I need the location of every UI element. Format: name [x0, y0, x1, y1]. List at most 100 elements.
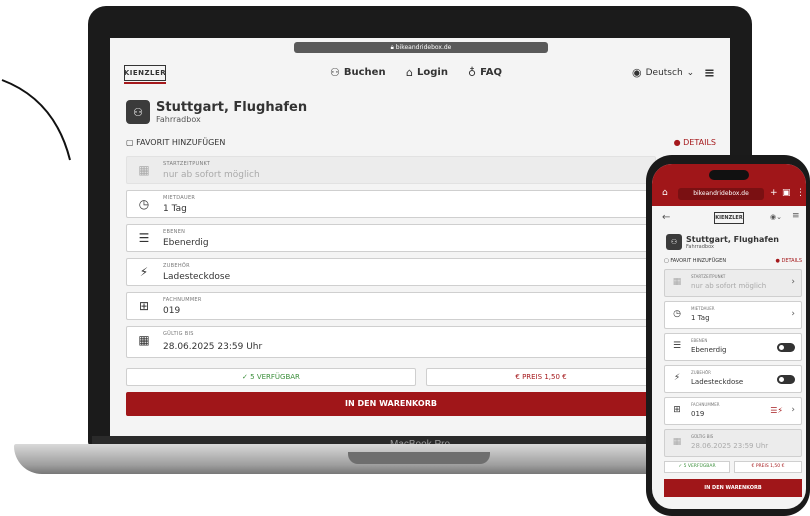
- home-icon[interactable]: ⌂: [662, 188, 668, 198]
- chevron-right-icon: ›: [791, 309, 795, 319]
- phone-level-field[interactable]: ☰ EBENEN Ebenerdig: [664, 333, 802, 361]
- field-label: MIETDAUER: [691, 306, 715, 311]
- language-select[interactable]: ◉ Deutsch ⌄: [632, 66, 694, 79]
- logo-text: KIENZLER: [123, 69, 167, 77]
- nav-login-label: Login: [416, 67, 448, 78]
- level-toggle[interactable]: [777, 343, 795, 352]
- bike-icon: ⚇: [330, 66, 340, 79]
- details-link[interactable]: ● DETAILS: [776, 258, 802, 264]
- field-label: ZUBEHÖR: [691, 370, 711, 375]
- compartment-number-field[interactable]: ⊞ FACHNUMMER 019: [126, 292, 656, 320]
- details-label: DETAILS: [683, 138, 716, 147]
- field-label: FACHNUMMER: [163, 297, 202, 303]
- plug-icon: ⚡: [673, 373, 681, 383]
- phone-location-header: ⚇ Stuttgart, Flughafen Fahrradbox: [666, 234, 779, 250]
- lock-icon: ⌂: [406, 66, 413, 79]
- decorative-arc: [1, 79, 71, 161]
- add-favorite-button[interactable]: ▢ FAVORIT HINZUFÜGEN: [664, 258, 726, 264]
- level-icon: ☰: [138, 231, 150, 245]
- field-value: Ebenerdig: [691, 346, 727, 354]
- phone-brand-logo[interactable]: KIENZLER: [714, 212, 744, 224]
- field-value: Ladesteckdose: [163, 272, 231, 282]
- calendar-icon: ▦: [672, 437, 682, 447]
- accessory-field[interactable]: ⚡ ZUBEHÖR Ladesteckdose: [126, 258, 656, 286]
- level-field[interactable]: ☰ EBENEN Ebenerdig: [126, 224, 656, 252]
- location-subtitle: Fahrradbox: [156, 115, 201, 124]
- hamburger-menu-icon[interactable]: ≡: [704, 66, 715, 81]
- field-value: 28.06.2025 23:59 Uhr: [691, 442, 769, 450]
- field-value: 28.06.2025 23:59 Uhr: [163, 342, 263, 352]
- price-label: PREIS 1,50 €: [522, 373, 567, 381]
- rental-duration-field[interactable]: ◷ MIETDAUER 1 Tag: [126, 190, 656, 218]
- field-label: MIETDAUER: [163, 195, 196, 201]
- plug-icon: ⚡: [139, 265, 149, 279]
- location-header: ⚇ Stuttgart, Flughafen Fahrradbox: [126, 100, 307, 124]
- chevron-right-icon: ›: [791, 277, 795, 287]
- location-title: Stuttgart, Flughafen: [156, 100, 308, 115]
- field-label: STARTZEITPUNKT: [691, 274, 726, 279]
- phone-start-time-field: ▦ STARTZEITPUNKT nur ab sofort möglich ›: [664, 269, 802, 297]
- hamburger-menu-icon[interactable]: ≡: [792, 211, 800, 221]
- grid-icon: ⊞: [138, 299, 150, 313]
- field-value: 1 Tag: [691, 314, 710, 322]
- details-label: DETAILS: [781, 258, 802, 264]
- phone-price-badge: € PREIS 1,50 €: [734, 461, 802, 473]
- mockup-stage: MacBook Pro 🔒︎ bikeandridebox.de KIENZLE…: [0, 0, 810, 516]
- clock-icon: ◷: [138, 197, 150, 211]
- add-to-cart-button[interactable]: IN DEN WARENKORB: [126, 392, 656, 416]
- accessory-toggle[interactable]: [777, 375, 795, 384]
- field-value: 019: [691, 410, 705, 418]
- chevron-right-icon: ›: [791, 405, 795, 415]
- phone-add-to-cart-button[interactable]: IN DEN WARENKORB: [664, 479, 802, 497]
- favorite-label: FAVORIT HINZUFÜGEN: [136, 138, 226, 147]
- availability-badge: ✓ 5 VERFÜGBAR: [126, 368, 416, 386]
- bike-box-icon: ⚇: [666, 234, 682, 250]
- nav-login[interactable]: ⌂ Login: [406, 66, 448, 79]
- phone-compartment-number-field[interactable]: ⊞ FACHNUMMER 019 ☰⚡ ›: [664, 397, 802, 425]
- level-icon: ☰: [672, 341, 682, 351]
- phone-accessory-field[interactable]: ⚡ ZUBEHÖR Ladesteckdose: [664, 365, 802, 393]
- price-badge: € PREIS 1,50 €: [426, 368, 656, 386]
- tabs-icon[interactable]: ▣: [782, 188, 791, 198]
- field-label: ZUBEHÖR: [163, 263, 190, 269]
- valid-until-field: ▦ GÜLTIG BIS 28.06.2025 23:59 Uhr: [126, 326, 656, 358]
- brand-logo[interactable]: KIENZLER: [123, 65, 167, 84]
- field-label: FACHNUMMER: [691, 402, 720, 407]
- phone-rental-duration-field[interactable]: ◷ MIETDAUER 1 Tag ›: [664, 301, 802, 329]
- field-value: nur ab sofort möglich: [163, 170, 260, 180]
- nav-buchen-label: Buchen: [343, 67, 386, 78]
- phone-location-title: Stuttgart, Flughafen: [686, 234, 779, 244]
- globe-icon[interactable]: ◉⌄: [770, 213, 782, 221]
- availability-label: 5 VERFÜGBAR: [683, 464, 716, 469]
- calendar-icon: ▦: [138, 163, 150, 177]
- nav-buchen[interactable]: ⚇ Buchen: [330, 66, 386, 79]
- check-circle-icon: ✓: [242, 373, 251, 381]
- nav-faq[interactable]: ♁ FAQ: [468, 66, 502, 79]
- phone-favorite-row: ▢ FAVORIT HINZUFÜGEN ● DETAILS: [664, 258, 802, 264]
- bookmark-icon: ▢: [126, 138, 137, 147]
- field-label: EBENEN: [163, 229, 186, 235]
- details-link[interactable]: ● DETAILS: [674, 138, 716, 147]
- favorite-row: ▢ FAVORIT HINZUFÜGEN ● DETAILS: [126, 138, 716, 147]
- address-bar[interactable]: 🔒︎ bikeandridebox.de: [294, 42, 548, 53]
- price-label: PREIS 1,50 €: [755, 464, 785, 469]
- field-value: 1 Tag: [163, 204, 187, 214]
- url-text: bikeandridebox.de: [395, 44, 452, 51]
- phone-availability-badge: ✓ 5 VERFÜGBAR: [664, 461, 730, 473]
- field-label: GÜLTIG BIS: [691, 434, 714, 439]
- info-icon: ●: [673, 138, 684, 147]
- level-plug-indicator-icon: ☰⚡: [770, 406, 783, 415]
- globe-icon: ◉: [632, 66, 642, 79]
- more-icon[interactable]: ⋮: [796, 188, 805, 198]
- laptop-screen: 🔒︎ bikeandridebox.de KIENZLER ⚇ Buchen ⌂ L…: [110, 38, 730, 436]
- add-favorite-button[interactable]: ▢ FAVORIT HINZUFÜGEN: [126, 138, 225, 147]
- field-label: STARTZEITPUNKT: [163, 161, 211, 167]
- laptop-notch: [348, 452, 490, 464]
- availability-label: 5 VERFÜGBAR: [250, 373, 300, 381]
- phone-address-bar[interactable]: bikeandridebox.de: [678, 188, 764, 200]
- grid-icon: ⊞: [673, 405, 681, 415]
- calendar-icon: ▦: [138, 333, 150, 347]
- new-tab-icon[interactable]: +: [770, 188, 778, 198]
- back-arrow-icon[interactable]: ←: [662, 212, 670, 223]
- nav-faq-label: FAQ: [480, 67, 502, 78]
